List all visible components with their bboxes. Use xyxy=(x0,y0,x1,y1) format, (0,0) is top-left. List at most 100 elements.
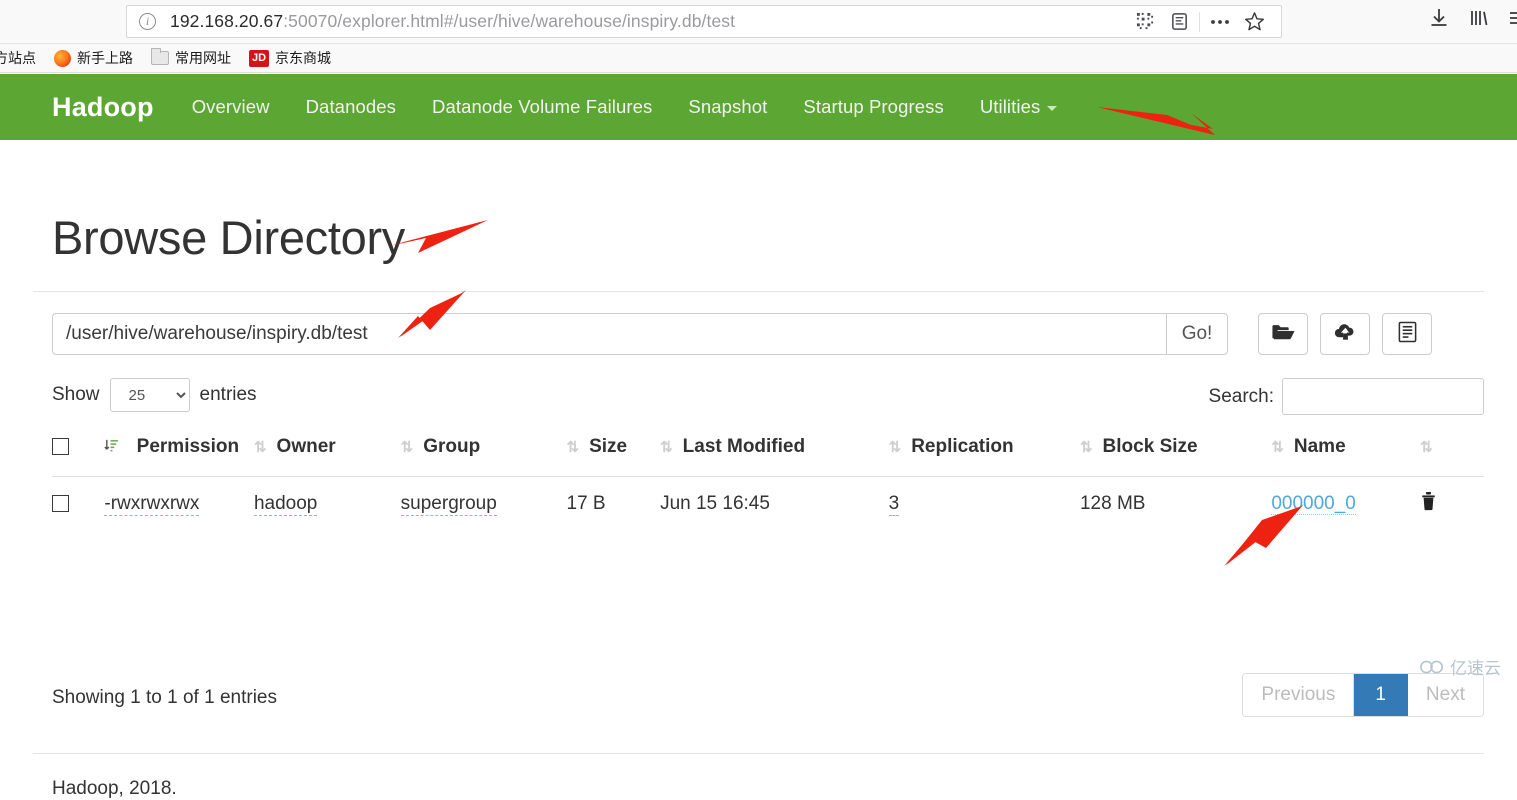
search-control: Search: xyxy=(1209,378,1484,415)
table-head: Permission ⇅ Owner ⇅ Group ⇅ Size ⇅ Last Mod… xyxy=(52,436,1484,477)
sort-amount-desc-icon xyxy=(104,438,119,455)
bookmark-item[interactable]: 方站点 xyxy=(0,48,36,68)
column-header-group[interactable]: ⇅ Group xyxy=(401,436,567,477)
permission-value[interactable]: -rwxrwxrwx xyxy=(104,493,200,516)
column-header-size[interactable]: ⇅ Size xyxy=(567,436,661,477)
path-input[interactable] xyxy=(52,313,1166,355)
trash-icon[interactable] xyxy=(1420,492,1437,516)
group-value[interactable]: supergroup xyxy=(400,493,497,516)
page-title: Browse Directory xyxy=(52,211,406,264)
path-input-group: Go! xyxy=(52,313,1228,355)
bookmark-label: 新手上路 xyxy=(77,51,133,67)
column-label-block-size: Block Size xyxy=(1102,436,1198,457)
pagination-page-1[interactable]: 1 xyxy=(1354,674,1408,716)
qr-code-icon[interactable] xyxy=(1128,6,1162,37)
browser-chrome: i 192.168.20.67:50070/explorer.html#/use… xyxy=(0,0,1517,44)
watermark-text: 亿速云 xyxy=(1450,659,1501,679)
url-bar[interactable]: i 192.168.20.67:50070/explorer.html#/use… xyxy=(126,5,1282,38)
bookmark-label: 方站点 xyxy=(0,51,36,67)
column-header-name[interactable]: ⇅ Name xyxy=(1271,436,1420,477)
nav-link-startup-progress[interactable]: Startup Progress xyxy=(803,96,943,118)
copyright-text: Hadoop, 2018. xyxy=(52,778,177,799)
nav-link-utilities-label: Utilities xyxy=(979,96,1041,117)
cell-delete xyxy=(1420,477,1484,534)
bookmarks-bar: 方站点 新手上路 常用网址 JD 京东商城 xyxy=(0,44,1517,73)
sort-icon: ⇅ xyxy=(566,438,580,456)
directory-table: Permission ⇅ Owner ⇅ Group ⇅ Size ⇅ Last Mod… xyxy=(52,436,1484,533)
pagination-previous[interactable]: Previous xyxy=(1243,674,1355,716)
owner-value[interactable]: hadoop xyxy=(253,493,318,516)
upload-button[interactable] xyxy=(1320,313,1370,355)
reader-mode-icon[interactable] xyxy=(1162,6,1196,37)
urlbar-actions xyxy=(1128,6,1281,37)
show-label: Show xyxy=(52,384,100,405)
row-select-cell xyxy=(52,477,92,534)
select-all-checkbox[interactable] xyxy=(52,438,69,456)
bookmark-label: 常用网址 xyxy=(175,51,231,67)
nav-link-snapshot[interactable]: Snapshot xyxy=(688,96,767,118)
downloads-icon[interactable] xyxy=(1428,7,1450,34)
column-header-owner[interactable]: ⇅ Owner xyxy=(254,436,401,477)
cell-owner: hadoop xyxy=(253,477,401,534)
watermark: 亿速云 xyxy=(1419,654,1501,679)
table-footer: Showing 1 to 1 of 1 entries Previous 1 N… xyxy=(52,673,1484,729)
table-row: -rwxrwxrwx hadoop supergroup 17 B Jun 15… xyxy=(52,476,1484,534)
file-link-000000-0[interactable]: 000000_0 xyxy=(1271,493,1356,515)
bookmark-item[interactable]: JD 京东商城 xyxy=(249,48,331,68)
column-header-replication[interactable]: ⇅ Replication xyxy=(889,436,1080,477)
nav-link-datanode-volume-failures[interactable]: Datanode Volume Failures xyxy=(432,96,652,118)
go-button[interactable]: Go! xyxy=(1166,313,1228,355)
column-label-owner: Owner xyxy=(276,436,336,457)
column-header-delete: ⇅ xyxy=(1420,436,1484,477)
table-controls: Show 25 50 100 entries Search: xyxy=(52,378,1484,418)
folder-icon xyxy=(151,48,169,65)
column-label-group: Group xyxy=(423,436,481,457)
cell-block-size: 128 MB xyxy=(1079,493,1146,514)
table-body: -rwxrwxrwx hadoop supergroup 17 B Jun 15… xyxy=(52,476,1484,534)
pagination-next[interactable]: Next xyxy=(1407,674,1483,716)
cloud-upload-icon xyxy=(1333,322,1358,347)
cloud-logo-icon xyxy=(1420,660,1444,673)
column-label-last-modified: Last Modified xyxy=(682,436,806,457)
show-entries-control: Show 25 50 100 entries xyxy=(52,378,257,412)
column-header-last-modified[interactable]: ⇅ Last Modified xyxy=(660,436,889,477)
nav-link-datanodes[interactable]: Datanodes xyxy=(306,96,396,118)
row-checkbox[interactable] xyxy=(52,495,69,513)
search-input[interactable] xyxy=(1282,378,1484,415)
bookmark-star-icon[interactable] xyxy=(1237,6,1271,37)
showing-entries-info: Showing 1 to 1 of 1 entries xyxy=(52,687,277,708)
cut-file-button[interactable] xyxy=(1382,313,1432,355)
url-host: 192.168.20.67 xyxy=(170,11,284,31)
pagination: Previous 1 Next xyxy=(1242,673,1484,717)
column-label-size: Size xyxy=(589,436,628,457)
entries-select[interactable]: 25 50 100 xyxy=(109,378,190,412)
library-icon[interactable] xyxy=(1468,7,1490,34)
bookmark-item[interactable]: 新手上路 xyxy=(54,48,133,68)
cell-group: supergroup xyxy=(400,477,567,534)
sort-icon: ⇅ xyxy=(888,438,902,456)
column-header-block-size[interactable]: ⇅ Block Size xyxy=(1080,436,1271,477)
brand-hadoop[interactable]: Hadoop xyxy=(52,92,154,123)
info-icon[interactable]: i xyxy=(139,13,156,30)
column-label-permission: Permission xyxy=(136,436,240,457)
file-list-icon xyxy=(1397,321,1418,348)
nav-link-overview[interactable]: Overview xyxy=(192,96,270,118)
column-header-permission[interactable]: Permission xyxy=(92,436,254,477)
path-action-buttons xyxy=(1258,313,1432,355)
open-folder-button[interactable] xyxy=(1258,313,1308,355)
cell-permission: -rwxrwxrwx xyxy=(92,477,254,534)
sort-icon: ⇅ xyxy=(1079,438,1093,456)
replication-value[interactable]: 3 xyxy=(888,493,900,516)
bookmark-item[interactable]: 常用网址 xyxy=(151,48,231,68)
more-actions-icon[interactable] xyxy=(1203,6,1237,37)
firefox-icon xyxy=(54,49,71,67)
nav-link-utilities[interactable]: Utilities xyxy=(980,96,1058,118)
divider-bottom xyxy=(33,753,1484,754)
cell-name: 000000_0 xyxy=(1271,477,1420,534)
column-label-replication: Replication xyxy=(911,436,1014,457)
folder-open-icon xyxy=(1271,322,1296,347)
menu-icon[interactable] xyxy=(1508,7,1517,34)
hadoop-navbar: Hadoop Overview Datanodes Datanode Volum… xyxy=(0,74,1517,140)
path-toolbar: Go! xyxy=(52,313,1432,355)
url-text: 192.168.20.67:50070/explorer.html#/user/… xyxy=(170,11,735,32)
